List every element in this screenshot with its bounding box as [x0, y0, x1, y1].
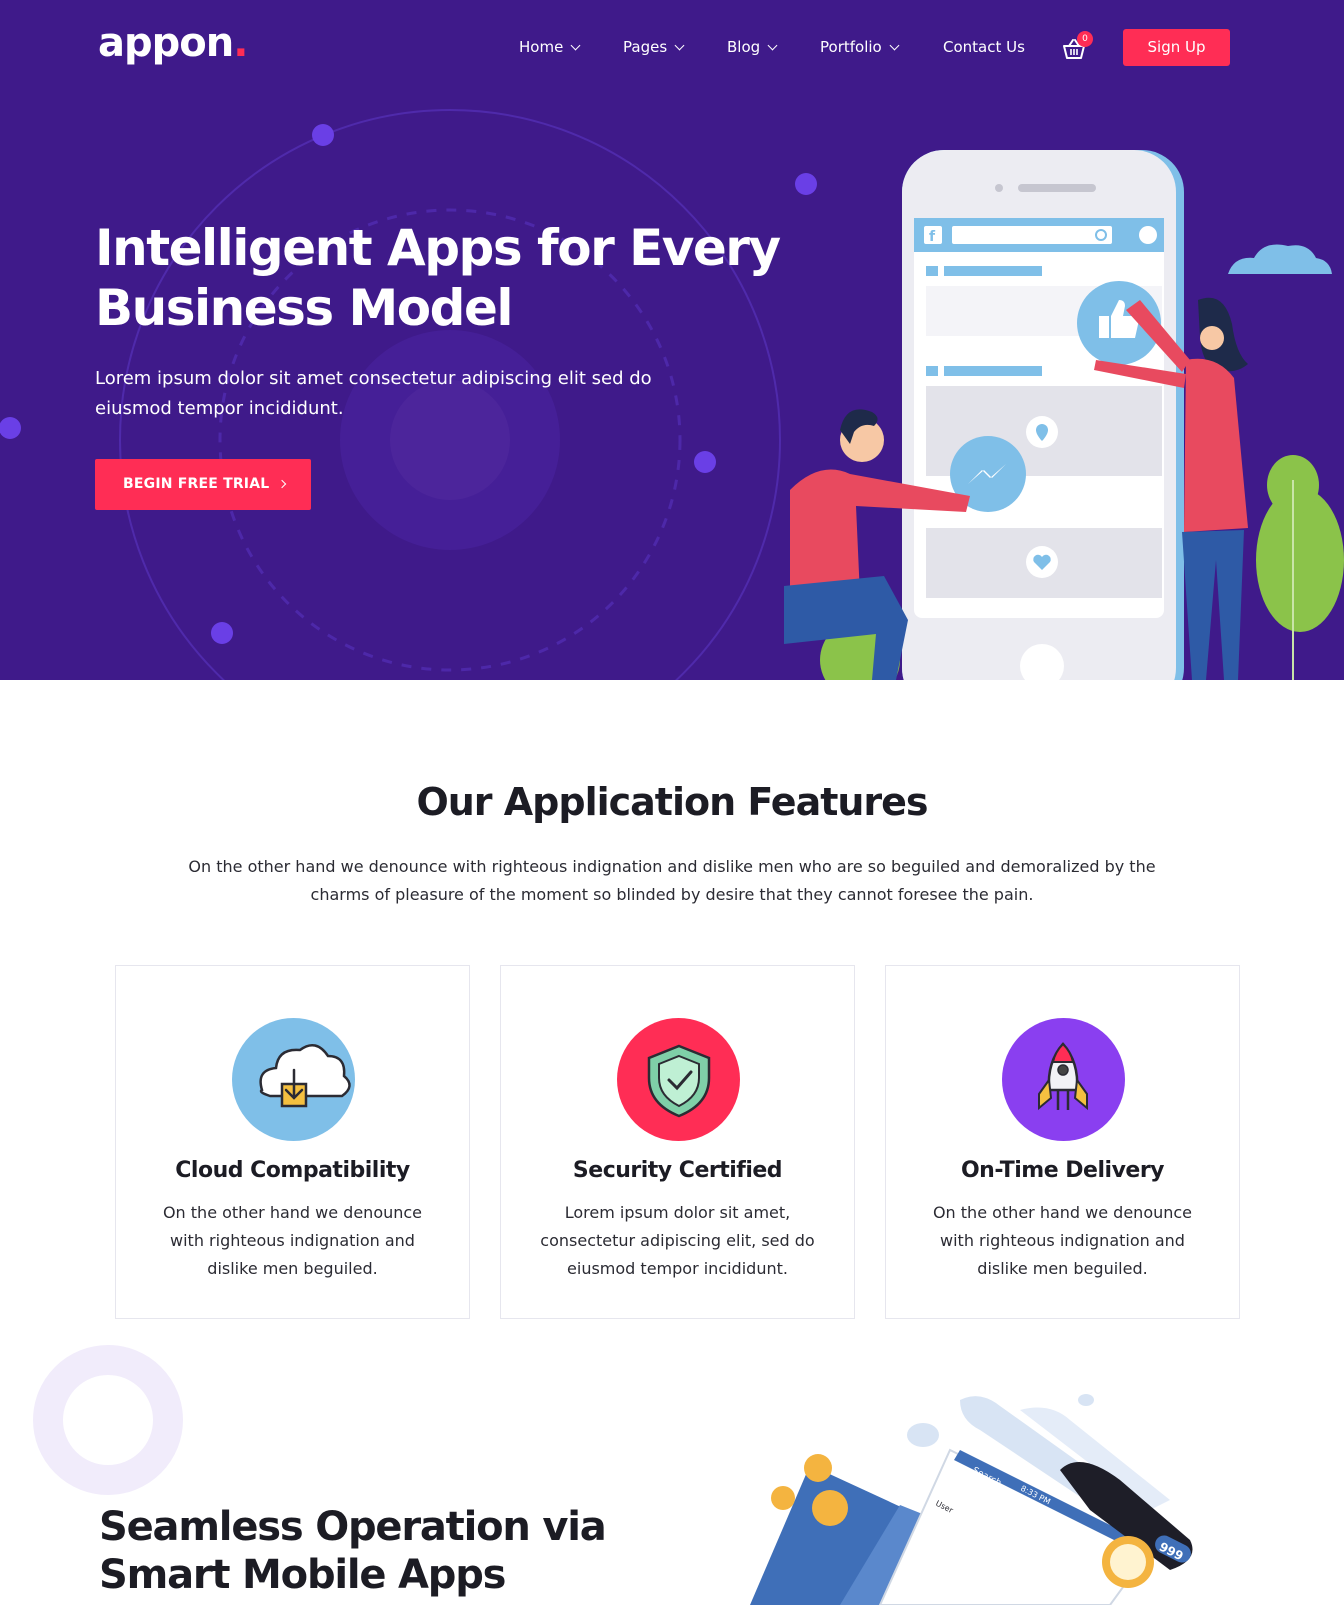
- hero-phone-illustration: f: [784, 150, 1344, 680]
- seamless-title-line1: Seamless Operation via: [99, 1504, 607, 1550]
- nav-item-label: Portfolio: [820, 38, 882, 56]
- mobile-app-illustration: Search 8:33 PM User 999: [750, 1394, 1193, 1605]
- nav-item-label: Pages: [623, 38, 668, 56]
- nav-item-contact[interactable]: Contact Us: [943, 38, 1025, 56]
- chevron-right-icon: [278, 479, 287, 489]
- decorative-ring: [33, 1345, 183, 1495]
- seamless-title: Seamless Operation via Smart Mobile Apps: [99, 1503, 719, 1599]
- feature-card-text: Lorem ipsum dolor sit amet, consectetur …: [540, 1203, 815, 1278]
- chevron-down-icon: [674, 40, 685, 51]
- nav-item-portfolio[interactable]: Portfolio: [820, 38, 900, 56]
- cta-label: BEGIN FREE TRIAL: [123, 476, 270, 492]
- feature-card-security: Security Certified Lorem ipsum dolor sit…: [500, 965, 855, 1319]
- nav-item-label: Blog: [727, 38, 761, 56]
- brand-dot: .: [233, 20, 248, 66]
- feature-card-cloud: Cloud Compatibility On the other hand we…: [115, 965, 470, 1319]
- cart-count-badge: 0: [1077, 31, 1093, 47]
- chevron-down-icon: [570, 40, 581, 51]
- brand-logo[interactable]: appon.: [98, 20, 248, 66]
- nav-item-label: Contact Us: [943, 38, 1025, 56]
- hero-subtitle: Lorem ipsum dolor sit amet consectetur a…: [95, 368, 652, 419]
- feature-card-title: Security Certified: [572, 1158, 783, 1183]
- features-subtitle: On the other hand we denounce with right…: [188, 857, 1156, 904]
- features-title: Our Application Features: [416, 780, 928, 824]
- chevron-down-icon: [767, 40, 778, 51]
- feature-card-text: On the other hand we denounce with right…: [162, 1203, 423, 1278]
- nav-item-home[interactable]: Home: [519, 38, 581, 56]
- hero-title-line2: Business Model: [95, 279, 514, 337]
- nav-item-label: Home: [519, 38, 564, 56]
- nav-item-pages[interactable]: Pages: [623, 38, 685, 56]
- feature-card-title: Cloud Compatibility: [175, 1158, 410, 1183]
- brand-name: appon: [98, 20, 234, 66]
- seamless-title-line2: Smart Mobile Apps: [99, 1552, 506, 1598]
- feature-card-title: On-Time Delivery: [960, 1158, 1165, 1183]
- feature-card-delivery: On-Time Delivery On the other hand we de…: [885, 965, 1240, 1319]
- hero-title-line1: Intelligent Apps for Every: [95, 219, 781, 277]
- top-navbar: appon. Home Pages Blog Portfolio Contact…: [0, 0, 1344, 96]
- shield-check-icon: [617, 1018, 740, 1141]
- svg-text:f: f: [929, 229, 936, 245]
- sign-up-button[interactable]: Sign Up: [1123, 29, 1230, 66]
- rocket-icon: [1002, 1018, 1125, 1141]
- chevron-down-icon: [889, 40, 900, 51]
- nav-item-blog[interactable]: Blog: [727, 38, 778, 56]
- hero-section: appon. Home Pages Blog Portfolio Contact…: [0, 0, 1344, 680]
- begin-free-trial-button[interactable]: BEGIN FREE TRIAL: [95, 459, 311, 510]
- feature-card-text: On the other hand we denounce with right…: [932, 1203, 1193, 1278]
- cloud-download-icon: [232, 1018, 355, 1141]
